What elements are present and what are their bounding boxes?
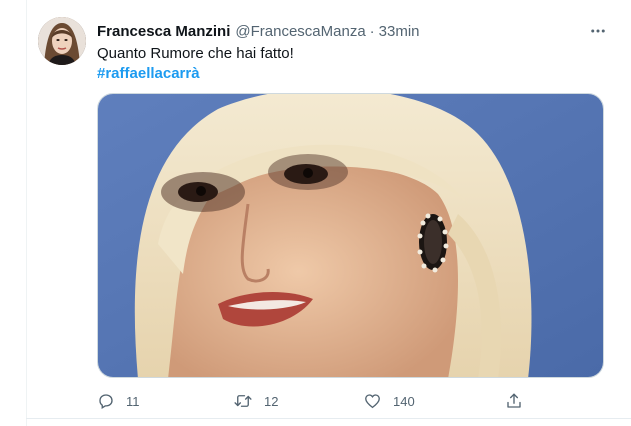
user-handle[interactable]: @FrancescaManza	[235, 23, 365, 40]
share-icon	[507, 393, 521, 408]
timestamp[interactable]: 33min	[379, 23, 420, 40]
tweet-actions: 11 12 140	[97, 389, 537, 413]
hashtag-link[interactable]: #raffaellacarrà	[97, 64, 200, 84]
more-options-button[interactable]	[585, 18, 611, 44]
like-button[interactable]: 140	[363, 389, 415, 413]
retweet-count: 12	[264, 393, 279, 409]
retweet-button[interactable]: 12	[233, 389, 278, 413]
reply-button[interactable]: 11	[97, 389, 140, 413]
tweet-photo[interactable]	[97, 93, 604, 378]
more-icon	[591, 29, 605, 33]
divider	[26, 418, 631, 419]
tweet-text: Quanto Rumore che hai fatto!	[97, 45, 294, 62]
retweet-icon	[234, 395, 252, 407]
share-button[interactable]	[505, 389, 523, 413]
like-count: 140	[393, 393, 415, 409]
heart-icon	[365, 394, 380, 409]
tweet-header: Francesca Manzini @FrancescaManza · 33mi…	[97, 21, 420, 41]
display-name[interactable]: Francesca Manzini	[97, 23, 230, 40]
avatar[interactable]	[38, 17, 86, 65]
separator-dot: ·	[369, 22, 375, 40]
reply-count: 11	[126, 393, 140, 409]
reply-icon	[99, 394, 113, 409]
